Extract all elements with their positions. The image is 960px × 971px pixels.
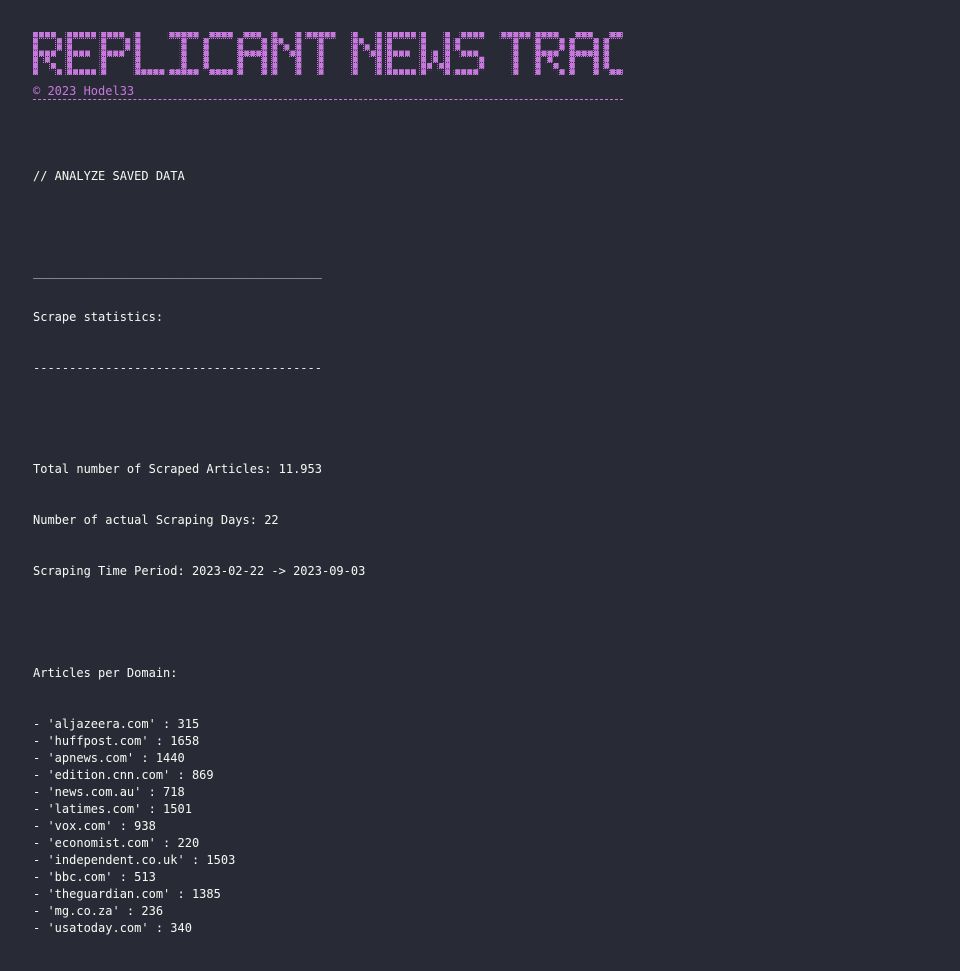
stat-total-articles: Total number of Scraped Articles: 11.953 xyxy=(33,462,322,476)
banner-letter xyxy=(352,32,382,75)
banner-title-text: REPLICANT NEWS TRACKER xyxy=(33,76,34,77)
domain-row: - 'usatoday.com' : 340 xyxy=(33,921,192,935)
domain-row: - 'edition.cnn.com' : 869 xyxy=(33,768,214,782)
domain-list: - 'aljazeera.com' : 315 - 'huffpost.com' … xyxy=(33,716,365,937)
domain-row: - 'huffpost.com' : 1658 xyxy=(33,734,200,748)
domain-row: - 'mg.co.za' : 236 xyxy=(33,904,164,918)
domains-heading: Articles per Domain: xyxy=(33,666,178,680)
domain-row: - 'latimes.com' : 1501 xyxy=(33,802,192,816)
copyright-line: © 2023 Hodel33 xyxy=(33,84,135,98)
domain-row: - 'independent.co.uk' : 1503 xyxy=(33,853,236,867)
rule-top: ________________________________________ xyxy=(33,265,322,279)
banner-divider xyxy=(33,99,623,100)
stats-title: Scrape statistics: xyxy=(33,310,164,324)
domain-row: - 'bbc.com' : 513 xyxy=(33,870,156,884)
domain-row: - 'apnews.com' : 1440 xyxy=(33,751,185,765)
section-heading: // ANALYZE SAVED DATA xyxy=(33,169,185,183)
ascii-banner-title: REPLICANT NEWS TRACKER xyxy=(33,30,623,76)
output-body: // ANALYZE SAVED DATA __________________… xyxy=(33,134,365,971)
domain-row: - 'aljazeera.com' : 315 xyxy=(33,717,200,731)
stat-time-period: Scraping Time Period: 2023-02-22 -> 2023… xyxy=(33,564,366,578)
stat-scraping-days: Number of actual Scraping Days: 22 xyxy=(33,513,279,527)
domain-row: - 'theguardian.com' : 1385 xyxy=(33,887,221,901)
banner-letter xyxy=(272,32,302,75)
banner-letter xyxy=(421,32,450,75)
domain-row: - 'economist.com' : 220 xyxy=(33,836,200,850)
banner-letter xyxy=(135,32,165,75)
domain-row: - 'news.com.au' : 718 xyxy=(33,785,185,799)
domain-row: - 'vox.com' : 938 xyxy=(33,819,156,833)
rule-bottom: ---------------------------------------- xyxy=(33,361,322,375)
